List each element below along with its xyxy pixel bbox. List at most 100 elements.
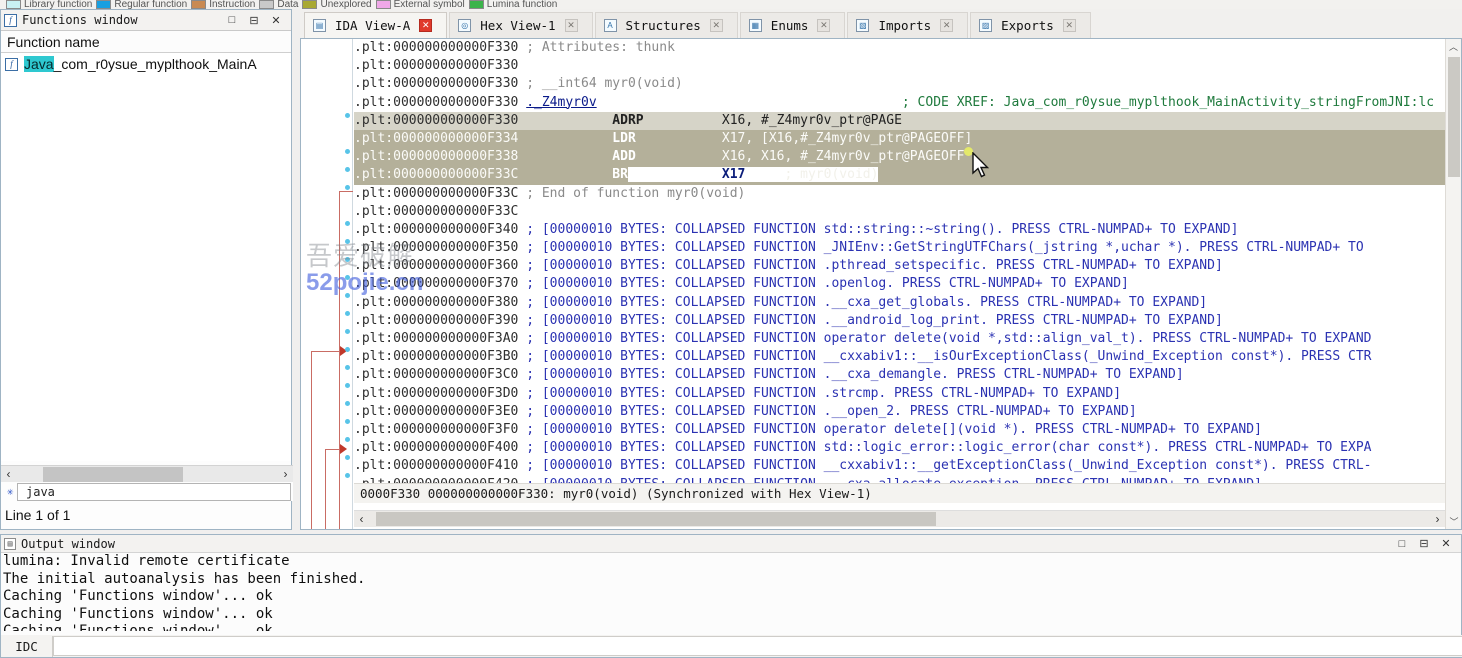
column-header-function-name: Function name [7, 34, 100, 50]
close-icon[interactable]: ✕ [940, 19, 953, 32]
code-line[interactable]: .plt:000000000000F3A0 ; [00000010 BYTES:… [354, 330, 1445, 348]
list-item[interactable]: f Java_com_r0ysue_myplthook_MainA [1, 53, 291, 75]
hscroll-thumb[interactable] [43, 467, 183, 482]
code-line[interactable]: .plt:000000000000F3D0 ; [00000010 BYTES:… [354, 385, 1445, 403]
collapsed-function[interactable]: ; [00000010 BYTES: COLLAPSED FUNCTION st… [526, 440, 1371, 455]
restore-icon[interactable]: □ [1396, 538, 1408, 550]
close-icon[interactable]: ✕ [1063, 19, 1076, 32]
scroll-up-icon[interactable]: ︿ [1446, 39, 1461, 54]
collapsed-function[interactable]: ; [00000010 BYTES: COLLAPSED FUNCTION st… [526, 222, 1238, 237]
legend-label: Regular function [114, 0, 187, 9]
code-line[interactable]: .plt:000000000000F3C0 ; [00000010 BYTES:… [354, 366, 1445, 384]
line-address: .plt:000000000000F33C [354, 167, 518, 182]
scroll-right-icon[interactable]: › [278, 467, 293, 481]
restore-icon[interactable]: □ [226, 14, 238, 26]
color-legend: Library function Regular function Instru… [0, 0, 1462, 9]
code-line-highlighted[interactable]: .plt:000000000000F338 ADD X16, X16, #_Z4… [354, 148, 1445, 166]
code-line[interactable]: .plt:000000000000F370 ; [00000010 BYTES:… [354, 275, 1445, 293]
tab-imports[interactable]: ▧ Imports ✕ [847, 12, 968, 38]
tab-label: IDA View-A [335, 18, 410, 33]
code-line-highlighted[interactable]: .plt:000000000000F33C BR X17 ; myr0(void… [354, 166, 1445, 184]
output-log[interactable]: lumina: Invalid remote certificate The i… [1, 553, 1461, 631]
view-tabbar: ▤ IDA View-A ✕ ◎ Hex View-1 ✕ A Structur… [300, 9, 1462, 38]
close-icon[interactable]: ✕ [419, 19, 432, 32]
legend-swatch [6, 0, 21, 9]
close-icon[interactable]: ✕ [565, 19, 578, 32]
close-icon[interactable]: ✕ [817, 19, 830, 32]
functions-list[interactable]: f Java_com_r0ysue_myplthook_MainA [1, 53, 291, 461]
close-icon[interactable]: ✕ [1440, 538, 1452, 550]
tab-ida-view-a[interactable]: ▤ IDA View-A ✕ [304, 12, 447, 38]
collapsed-function[interactable]: ; [00000010 BYTES: COLLAPSED FUNCTION __… [526, 458, 1371, 473]
vscroll-thumb[interactable] [1448, 57, 1460, 177]
code-line[interactable]: .plt:000000000000F330 [354, 57, 1445, 75]
close-icon[interactable]: ✕ [270, 14, 282, 26]
hscroll-track[interactable] [16, 467, 278, 482]
collapsed-function[interactable]: ; [00000010 BYTES: COLLAPSED FUNCTION _J… [526, 240, 1363, 255]
tab-label: Exports [1001, 18, 1054, 33]
line-comment: ; End of function myr0(void) [526, 186, 745, 201]
function-label[interactable]: ._Z4myr0v [526, 95, 596, 110]
collapsed-function[interactable]: ; [00000010 BYTES: COLLAPSED FUNCTION op… [526, 331, 1371, 346]
code-line-highlighted[interactable]: .plt:000000000000F334 LDR X17, [X16,#_Z4… [354, 130, 1445, 148]
xref-dot-column [345, 39, 353, 529]
code-line[interactable]: .plt:000000000000F330 ; __int64 myr0(voi… [354, 75, 1445, 93]
line-address: .plt:000000000000F330 [354, 113, 518, 128]
hscroll-thumb[interactable] [376, 512, 936, 526]
collapsed-function[interactable]: ; [00000010 BYTES: COLLAPSED FUNCTION op… [526, 422, 1262, 437]
functions-hscrollbar[interactable]: ‹ › [1, 465, 293, 482]
functions-window-buttons: □ ⊟ ✕ [226, 14, 288, 26]
search-input[interactable]: java [17, 483, 291, 501]
tab-enums[interactable]: ▦ Enums ✕ [740, 12, 846, 38]
tab-structures[interactable]: A Structures ✕ [595, 12, 738, 38]
idc-tab[interactable]: IDC [1, 636, 53, 657]
mnemonic: ADRP [612, 113, 643, 128]
functions-window-title: Functions window [22, 13, 226, 27]
disassembly-vscrollbar[interactable]: ︿ ﹀ [1445, 39, 1461, 529]
close-icon[interactable]: ✕ [710, 19, 723, 32]
filter-icon[interactable]: ✳ [3, 485, 17, 498]
tab-exports[interactable]: ▨ Exports ✕ [970, 12, 1091, 38]
code-line[interactable]: .plt:000000000000F3F0 ; [00000010 BYTES:… [354, 421, 1445, 439]
collapsed-function[interactable]: ; [00000010 BYTES: COLLAPSED FUNCTION ._… [526, 367, 1183, 382]
functions-column-header[interactable]: Function name [1, 31, 291, 53]
code-line[interactable]: .plt:000000000000F33C [354, 203, 1445, 221]
code-line[interactable]: .plt:000000000000F33C ; End of function … [354, 185, 1445, 203]
collapsed-function[interactable]: ; [00000010 BYTES: COLLAPSED FUNCTION .o… [526, 276, 1129, 291]
code-line[interactable]: .plt:000000000000F3E0 ; [00000010 BYTES:… [354, 403, 1445, 421]
code-line[interactable]: .plt:000000000000F380 ; [00000010 BYTES:… [354, 294, 1445, 312]
code-line[interactable]: .plt:000000000000F400 ; [00000010 BYTES:… [354, 439, 1445, 457]
float-icon[interactable]: ⊟ [1418, 538, 1430, 550]
code-line[interactable]: .plt:000000000000F410 ; [00000010 BYTES:… [354, 457, 1445, 475]
disassembly-hscrollbar[interactable]: ‹ › [354, 510, 1445, 527]
code-line[interactable]: .plt:000000000000F330 ; Attributes: thun… [354, 39, 1445, 57]
collapsed-function[interactable]: ; [00000010 BYTES: COLLAPSED FUNCTION ._… [526, 313, 1223, 328]
xref-line [339, 191, 340, 530]
code-line[interactable]: .plt:000000000000F330 ._Z4myr0v ; CODE X… [354, 94, 1445, 112]
operands: X16, #_Z4myr0v_ptr@PAGE [722, 113, 902, 128]
scroll-left-icon[interactable]: ‹ [354, 512, 369, 526]
code-line[interactable]: .plt:000000000000F350 ; [00000010 BYTES:… [354, 239, 1445, 257]
code-line[interactable]: .plt:000000000000F390 ; [00000010 BYTES:… [354, 312, 1445, 330]
scroll-left-icon[interactable]: ‹ [1, 467, 16, 481]
line-address: .plt:000000000000F3A0 [354, 331, 518, 346]
scroll-right-icon[interactable]: › [1430, 512, 1445, 526]
tab-label: Imports [878, 18, 931, 33]
code-line[interactable]: .plt:000000000000F360 ; [00000010 BYTES:… [354, 257, 1445, 275]
collapsed-function[interactable]: ; [00000010 BYTES: COLLAPSED FUNCTION ._… [526, 295, 1207, 310]
collapsed-function[interactable]: ; [00000010 BYTES: COLLAPSED FUNCTION .s… [526, 386, 1121, 401]
collapsed-function[interactable]: ; [00000010 BYTES: COLLAPSED FUNCTION ._… [526, 404, 1136, 419]
collapsed-function[interactable]: ; [00000010 BYTES: COLLAPSED FUNCTION .p… [526, 258, 1223, 273]
line-address: .plt:000000000000F3E0 [354, 404, 518, 419]
disassembly-pane[interactable]: .plt:000000000000F330 ; Attributes: thun… [300, 38, 1462, 530]
tab-hex-view-1[interactable]: ◎ Hex View-1 ✕ [449, 12, 592, 38]
code-line-selected[interactable]: .plt:000000000000F330 ADRP X16, #_Z4myr0… [354, 112, 1445, 130]
code-line[interactable]: .plt:000000000000F3B0 ; [00000010 BYTES:… [354, 348, 1445, 366]
idc-command-input[interactable] [53, 636, 1462, 656]
scroll-down-icon[interactable]: ﹀ [1446, 514, 1462, 529]
disassembly-code[interactable]: .plt:000000000000F330 ; Attributes: thun… [354, 39, 1445, 491]
line-comment: ; Attributes: thunk [526, 40, 675, 55]
float-icon[interactable]: ⊟ [248, 14, 260, 26]
collapsed-function[interactable]: ; [00000010 BYTES: COLLAPSED FUNCTION __… [526, 349, 1371, 364]
code-line[interactable]: .plt:000000000000F340 ; [00000010 BYTES:… [354, 221, 1445, 239]
